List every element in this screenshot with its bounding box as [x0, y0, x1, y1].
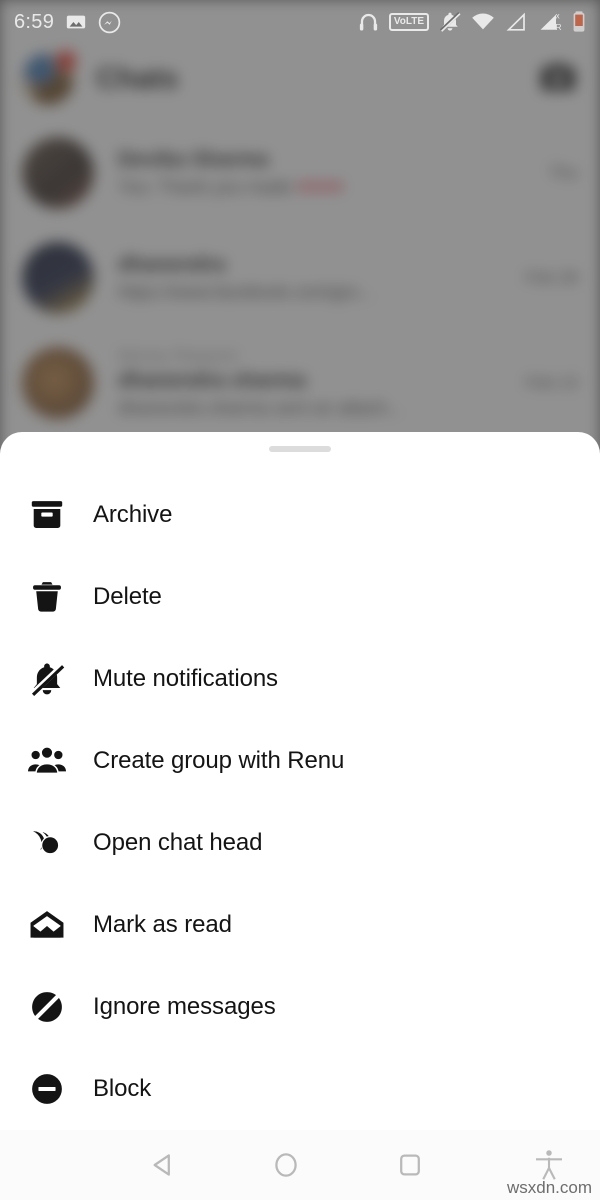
group-people-icon [22, 736, 72, 786]
open-envelope-icon [22, 900, 72, 950]
back-button[interactable] [148, 1149, 180, 1181]
svg-text:R: R [555, 22, 561, 32]
home-button[interactable] [270, 1149, 302, 1181]
menu-item-block[interactable]: Block [0, 1048, 600, 1130]
block-minus-icon [22, 1064, 72, 1114]
accessibility-button[interactable] [534, 1148, 564, 1182]
status-clock: 6:59 [14, 10, 55, 33]
accessibility-person-icon [536, 1150, 562, 1180]
phone-screen: Chats Devika Sharma You: Thank you made … [0, 0, 600, 1200]
site-watermark: wsxdn.com [506, 1178, 592, 1197]
android-navigation-bar: wsxdn.com [0, 1130, 600, 1200]
menu-item-archive[interactable]: Archive [0, 474, 600, 556]
wifi-icon [472, 13, 494, 30]
recents-square-icon [400, 1154, 420, 1176]
menu-item-label: Open chat head [93, 829, 263, 856]
recents-button[interactable] [394, 1149, 426, 1181]
menu-item-open-chat-head[interactable]: Open chat head [0, 802, 600, 884]
battery-icon [573, 11, 585, 32]
menu-item-label: Ignore messages [93, 993, 276, 1020]
menu-item-label: Block [93, 1075, 152, 1102]
menu-item-label: Mute notifications [93, 665, 278, 692]
bell-slash-icon [22, 654, 72, 704]
cellular-signal-no-service-icon [506, 12, 525, 31]
drag-handle[interactable] [269, 446, 331, 452]
options-menu: Archive Delete Mute notifications Create… [0, 474, 600, 1130]
archive-icon [22, 490, 72, 540]
menu-item-label: Archive [93, 501, 173, 528]
chat-options-bottom-sheet: Archive Delete Mute notifications Create… [0, 432, 600, 1130]
menu-item-delete[interactable]: Delete [0, 556, 600, 638]
menu-item-label: Create group with Renu [93, 747, 345, 774]
trash-icon [22, 572, 72, 622]
menu-item-mute-notifications[interactable]: Mute notifications [0, 638, 600, 720]
menu-item-ignore-messages[interactable]: Ignore messages [0, 966, 600, 1048]
menu-item-create-group[interactable]: Create group with Renu [0, 720, 600, 802]
status-bar: 6:59 VoLTE x R [0, 0, 600, 44]
volte-icon: VoLTE [388, 13, 429, 31]
menu-item-label: Delete [93, 583, 162, 610]
menu-item-label: Mark as read [93, 911, 232, 938]
back-triangle-icon [153, 1154, 170, 1176]
cellular-signal-roaming-icon: x R [540, 12, 562, 32]
home-circle-icon [275, 1153, 297, 1177]
chat-head-icon [22, 818, 72, 868]
messenger-icon [98, 11, 121, 33]
notifications-muted-icon [439, 11, 461, 32]
svg-text:x: x [556, 12, 560, 21]
ignore-slash-icon [22, 982, 72, 1032]
menu-item-mark-as-read[interactable]: Mark as read [0, 884, 600, 966]
photo-icon [66, 15, 86, 29]
headphones-icon [359, 13, 377, 31]
